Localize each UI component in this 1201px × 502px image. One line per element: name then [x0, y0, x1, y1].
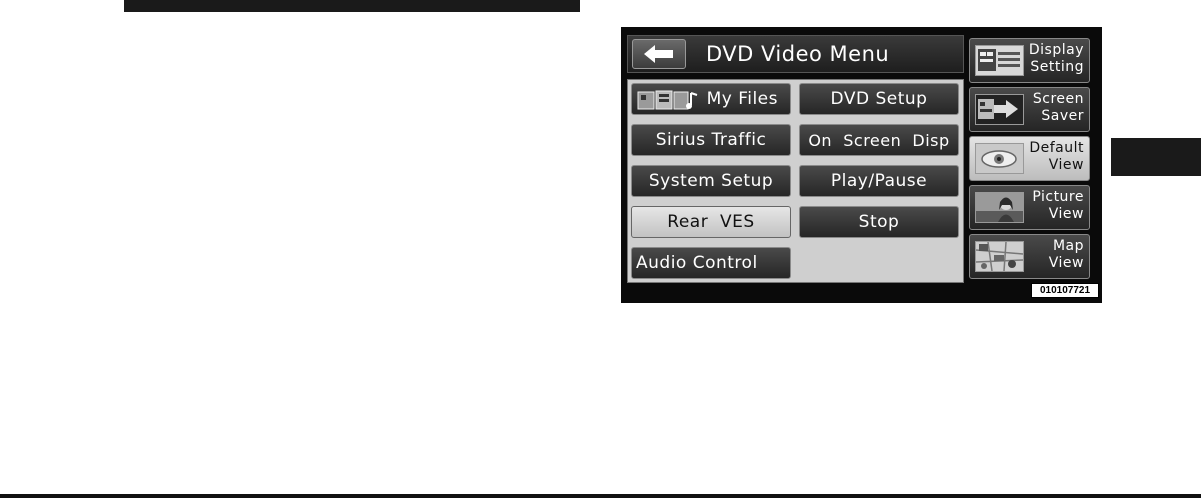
- audio-control-button[interactable]: Audio Control: [631, 247, 791, 279]
- map-view-line1: Map: [1052, 238, 1084, 254]
- system-setup-label: System Setup: [648, 171, 774, 191]
- back-button[interactable]: [632, 39, 686, 69]
- sirius-traffic-label: Sirius Traffic: [655, 130, 767, 150]
- map-view-button[interactable]: Map View: [969, 234, 1090, 279]
- default-view-icon: [975, 143, 1024, 174]
- page-title: DVD Video Menu: [706, 42, 890, 66]
- sirius-traffic-button[interactable]: Sirius Traffic: [631, 124, 791, 156]
- view-options-panel: Display Setting Screen Saver Default Vie…: [966, 35, 1094, 283]
- display-setting-icon: [975, 45, 1024, 76]
- default-view-line1: Default: [1029, 140, 1084, 156]
- on-screen-disp-label: On Screen Disp: [808, 130, 950, 150]
- display-setting-line1: Display: [1028, 42, 1084, 58]
- display-setting-button[interactable]: Display Setting: [969, 38, 1090, 83]
- play-pause-label: Play/Pause: [830, 171, 928, 191]
- screen-saver-line2: Saver: [1041, 108, 1084, 124]
- screen-saver-line1: Screen: [1032, 91, 1084, 107]
- screen-saver-button[interactable]: Screen Saver: [969, 87, 1090, 132]
- picture-view-line2: View: [1048, 206, 1084, 222]
- on-screen-disp-button[interactable]: On Screen Disp: [799, 124, 959, 156]
- page-bottom-rule: [0, 494, 1201, 498]
- my-files-icon: [637, 90, 698, 110]
- page-top-bar: [124, 0, 580, 12]
- play-pause-button[interactable]: Play/Pause: [799, 165, 959, 197]
- rear-ves-button[interactable]: Rear VES: [631, 206, 791, 238]
- chapter-side-tab: [1111, 138, 1201, 176]
- menu-button-panel: My Files Sirius Traffic System Setup Rea…: [627, 79, 964, 283]
- map-view-icon: [975, 241, 1024, 272]
- default-view-line2: View: [1048, 157, 1084, 173]
- my-files-label: My Files: [706, 89, 778, 109]
- map-view-line2: View: [1048, 255, 1084, 271]
- dvd-video-menu-screen: DVD Video Menu My Files Sirius Traffic S…: [621, 27, 1102, 303]
- audio-control-label: Audio Control: [636, 253, 758, 273]
- stop-label: Stop: [858, 212, 900, 232]
- default-view-button[interactable]: Default View: [969, 136, 1090, 181]
- display-setting-line2: Setting: [1030, 59, 1084, 75]
- figure-code-label: 010107721: [1031, 283, 1099, 298]
- screen-saver-icon: [975, 94, 1024, 125]
- my-files-button[interactable]: My Files: [631, 83, 791, 115]
- system-setup-button[interactable]: System Setup: [631, 165, 791, 197]
- picture-view-button[interactable]: Picture View: [969, 185, 1090, 230]
- menu-header: DVD Video Menu: [627, 35, 964, 73]
- rear-ves-label: Rear VES: [667, 212, 755, 232]
- picture-view-icon: [975, 192, 1024, 223]
- stop-button[interactable]: Stop: [799, 206, 959, 238]
- left-arrow-icon: [644, 45, 673, 63]
- dvd-setup-button[interactable]: DVD Setup: [799, 83, 959, 115]
- dvd-setup-label: DVD Setup: [830, 89, 928, 109]
- picture-view-line1: Picture: [1032, 189, 1084, 205]
